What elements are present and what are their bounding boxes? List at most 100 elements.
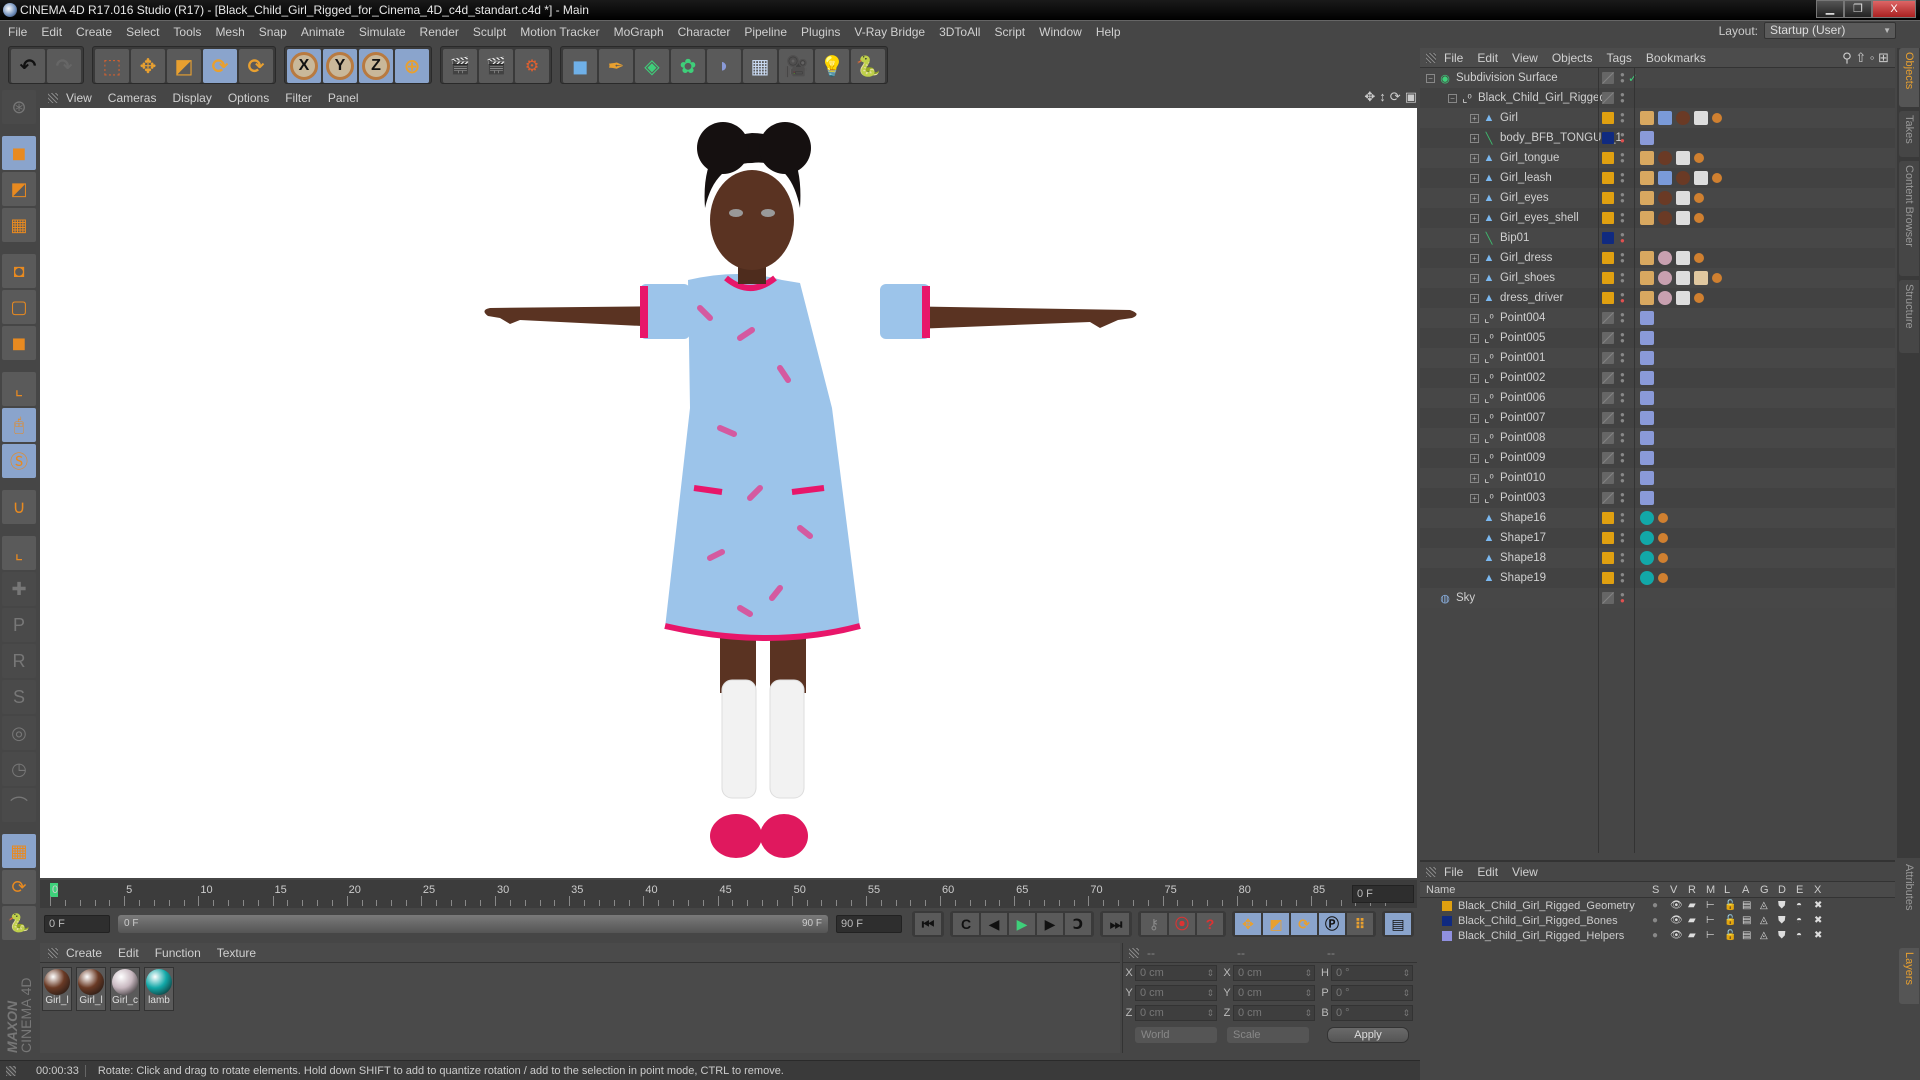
ik-r-icon[interactable]: R bbox=[2, 644, 36, 678]
visible-icon[interactable]: 👁 bbox=[1670, 915, 1683, 926]
object-row[interactable]: + ⌞⁰ Point008 ● ● bbox=[1420, 428, 1895, 448]
next-key-icon[interactable]: Ↄ bbox=[1065, 913, 1091, 935]
skin-mat-tag-icon[interactable] bbox=[1658, 191, 1672, 205]
tab-layers[interactable]: Layers bbox=[1899, 948, 1919, 1004]
layer-column-x[interactable]: X bbox=[1814, 884, 1821, 896]
panel-grip-icon[interactable] bbox=[48, 947, 58, 958]
lock-icon[interactable]: 🔓 bbox=[1724, 915, 1736, 926]
x-axis-icon[interactable]: X bbox=[287, 49, 321, 83]
object-menu-file[interactable]: File bbox=[1444, 51, 1463, 65]
minimize-button[interactable]: ▁ bbox=[1816, 0, 1844, 18]
tab-objects[interactable]: Objects bbox=[1899, 48, 1919, 107]
visibility-dots[interactable]: ● ● bbox=[1620, 271, 1626, 285]
viewport-menu-cameras[interactable]: Cameras bbox=[108, 91, 157, 105]
material-swatch[interactable]: lamb bbox=[144, 967, 174, 1011]
layer-color-swatch[interactable] bbox=[1602, 352, 1614, 364]
object-row[interactable]: + ▲ Girl_shoes ● ● bbox=[1420, 268, 1895, 288]
uvw-tag-icon[interactable] bbox=[1640, 271, 1654, 285]
pin-tag-icon[interactable] bbox=[1640, 311, 1654, 325]
ik-target-icon[interactable]: ◎ bbox=[2, 716, 36, 750]
floor-icon[interactable]: ▦ bbox=[743, 49, 777, 83]
dolly-view-icon[interactable]: ↕ bbox=[1379, 89, 1386, 105]
render-settings-icon[interactable]: ⚙ bbox=[515, 49, 549, 83]
object-row[interactable]: + ⌞⁰ Point005 ● ● bbox=[1420, 328, 1895, 348]
layer-color-swatch[interactable] bbox=[1602, 292, 1614, 304]
render-icon[interactable]: ▰ bbox=[1688, 900, 1696, 911]
visibility-dots[interactable]: ● ● bbox=[1620, 511, 1626, 525]
expand-toggle-icon[interactable]: + bbox=[1470, 193, 1479, 203]
object-row[interactable]: + ⌞⁰ Point003 ● ● bbox=[1420, 488, 1895, 508]
python-icon[interactable]: 🐍 bbox=[851, 49, 885, 83]
checker-tag-icon[interactable] bbox=[1676, 251, 1690, 265]
tab-content-browser[interactable]: Content Browser bbox=[1899, 161, 1919, 276]
size-field[interactable]: 0 cm bbox=[1233, 1005, 1315, 1021]
teal-mat-tag-icon[interactable] bbox=[1640, 551, 1654, 565]
weights-tag-icon[interactable] bbox=[1658, 533, 1668, 543]
visibility-dots[interactable]: ● ● bbox=[1620, 571, 1626, 585]
visibility-dots[interactable]: ● ● bbox=[1620, 371, 1626, 385]
material-menu-create[interactable]: Create bbox=[66, 946, 102, 960]
rotation-field[interactable]: 0 ° bbox=[1331, 1005, 1413, 1021]
pin-tag-icon[interactable] bbox=[1640, 471, 1654, 485]
menu-plugins[interactable]: Plugins bbox=[801, 25, 840, 39]
size-field[interactable]: 0 cm bbox=[1233, 985, 1315, 1001]
solo-icon[interactable]: ● bbox=[1652, 900, 1658, 911]
teal-mat-tag-icon[interactable] bbox=[1640, 511, 1654, 525]
layer-row[interactable]: Black_Child_Girl_Rigged_Geometry ● 👁 ▰ ⊢ 🔓 ▤ ◬ ⛊… bbox=[1420, 898, 1895, 913]
weights-tag-icon[interactable] bbox=[1658, 513, 1668, 523]
object-row[interactable]: + ⌞⁰ Point009 ● ● bbox=[1420, 448, 1895, 468]
checker-tag-icon[interactable] bbox=[1676, 271, 1690, 285]
object-row[interactable]: ▲ Shape17 ● ● bbox=[1420, 528, 1895, 548]
live-selection-icon[interactable]: ⬚ bbox=[95, 49, 129, 83]
recent-tool-icon[interactable]: ⟳ bbox=[239, 49, 273, 83]
layer-color-swatch[interactable] bbox=[1602, 472, 1614, 484]
workplane-refresh-icon[interactable]: ⟳ bbox=[2, 870, 36, 904]
checker-tag-icon[interactable] bbox=[1694, 111, 1708, 125]
python-script-icon[interactable]: 🐍 bbox=[2, 906, 36, 940]
render-icon[interactable]: ▰ bbox=[1688, 915, 1696, 926]
rotation-field[interactable]: 0 ° bbox=[1331, 985, 1413, 1001]
visibility-dots[interactable]: ● ● bbox=[1620, 91, 1626, 105]
snap-magnet-icon[interactable]: ∪ bbox=[2, 490, 36, 524]
key-pla-icon[interactable]: ⠿ bbox=[1347, 913, 1373, 935]
apply-button[interactable]: Apply bbox=[1327, 1027, 1409, 1043]
polygons-mode-icon[interactable]: ◼ bbox=[2, 326, 36, 360]
layer-color-swatch[interactable] bbox=[1602, 392, 1614, 404]
move-icon[interactable]: ✥ bbox=[131, 49, 165, 83]
uvw-tag-icon[interactable] bbox=[1640, 211, 1654, 225]
object-menu-bookmarks[interactable]: Bookmarks bbox=[1646, 51, 1706, 65]
layer-color-swatch[interactable] bbox=[1602, 252, 1614, 264]
viewport-menu-display[interactable]: Display bbox=[172, 91, 211, 105]
object-menu-objects[interactable]: Objects bbox=[1552, 51, 1593, 65]
model-mode-icon[interactable]: ◼ bbox=[2, 136, 36, 170]
uvw-tag-icon[interactable] bbox=[1640, 111, 1654, 125]
viewport-menu-filter[interactable]: Filter bbox=[285, 91, 312, 105]
weights-tag-icon[interactable] bbox=[1712, 273, 1722, 283]
visibility-dots[interactable]: ● ● bbox=[1620, 111, 1626, 125]
pin-tag-icon[interactable] bbox=[1640, 451, 1654, 465]
layer-column-r[interactable]: R bbox=[1688, 884, 1696, 896]
y-axis-icon[interactable]: Y bbox=[323, 49, 357, 83]
weights-tag-icon[interactable] bbox=[1694, 293, 1704, 303]
visible-icon[interactable]: 👁 bbox=[1670, 900, 1683, 911]
expand-toggle-icon[interactable]: − bbox=[1426, 73, 1435, 83]
expand-toggle-icon[interactable]: + bbox=[1470, 173, 1479, 183]
menu-mograph[interactable]: MoGraph bbox=[614, 25, 664, 39]
layer-row[interactable]: Black_Child_Girl_Rigged_Bones ● 👁 ▰ ⊢ 🔓 ▤ ◬ ⛊ ◓ ✖ bbox=[1420, 913, 1895, 928]
pin-tag-icon[interactable] bbox=[1640, 331, 1654, 345]
object-row[interactable]: + ⌞⁰ Point006 ● ● bbox=[1420, 388, 1895, 408]
menu-pipeline[interactable]: Pipeline bbox=[744, 25, 787, 39]
xref-icon[interactable]: ✖ bbox=[1814, 915, 1822, 926]
expand-toggle-icon[interactable]: + bbox=[1470, 493, 1479, 503]
visibility-dots[interactable]: ● ● bbox=[1620, 591, 1626, 605]
redo-icon[interactable]: ↷ bbox=[47, 49, 81, 83]
new-window-icon[interactable]: ⊞ bbox=[1878, 50, 1889, 65]
layer-color-swatch[interactable] bbox=[1602, 492, 1614, 504]
object-menu-view[interactable]: View bbox=[1512, 51, 1538, 65]
expand-toggle-icon[interactable]: + bbox=[1470, 293, 1479, 303]
layer-color-swatch[interactable] bbox=[1602, 452, 1614, 464]
expand-toggle-icon[interactable]: + bbox=[1470, 253, 1479, 263]
move-view-icon[interactable]: ✥ bbox=[1364, 89, 1375, 105]
panel-grip-icon[interactable] bbox=[48, 93, 58, 103]
expand-toggle-icon[interactable]: + bbox=[1470, 333, 1479, 343]
